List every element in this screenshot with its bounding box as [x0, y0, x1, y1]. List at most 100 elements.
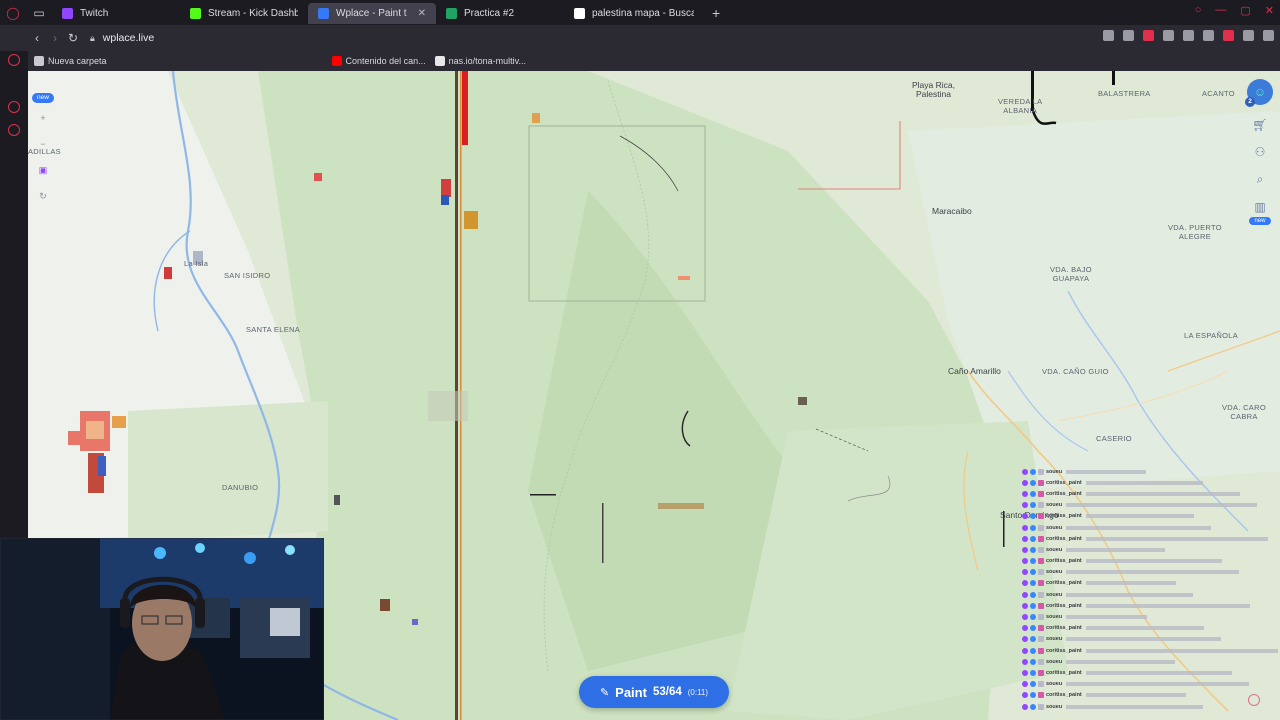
twitch-icon[interactable]: ▣	[32, 165, 54, 181]
chat-username: soueu	[1046, 468, 1063, 475]
badge-icon	[1030, 502, 1036, 509]
badge-icon	[1030, 703, 1036, 710]
platform-icon	[1022, 490, 1028, 497]
sub-badge-icon	[1038, 591, 1044, 598]
browser-nav-bar: ‹ › ↻ 🔒︎ wplace.live	[0, 25, 1280, 51]
sub-badge-icon	[1038, 569, 1044, 576]
maximize-icon[interactable]: ▢	[1240, 4, 1250, 17]
user-avatar[interactable]: ☺ 2	[1245, 79, 1273, 107]
pin-icon[interactable]	[1103, 30, 1114, 41]
chat-message: soueu	[1022, 611, 1280, 622]
sub-badge-icon	[1038, 580, 1044, 587]
map-place-label: Caño Amarillo	[948, 366, 1001, 376]
chat-message: coritiss_paint	[1022, 667, 1280, 678]
chat-username: coritiss_paint	[1046, 692, 1082, 699]
chat-text-blur	[1085, 480, 1203, 485]
tab-3[interactable]: Practica #2	[436, 3, 564, 24]
platform-icon	[1022, 580, 1028, 587]
leaderboard-icon[interactable]: ▥	[1254, 200, 1265, 214]
platform-icon	[1022, 524, 1028, 531]
tab-0[interactable]: Twitch	[52, 3, 180, 24]
menu-icon[interactable]	[1263, 30, 1274, 41]
user-level-badge: 2	[1245, 97, 1255, 107]
bookmark-contenido[interactable]: Contenido del can...	[331, 56, 426, 66]
map-place-label: VDA. CARO CABRA	[1222, 403, 1266, 421]
tab-close-icon[interactable]: ✕	[418, 8, 426, 19]
tab-favicon-icon	[574, 8, 585, 19]
platform-icon	[1022, 636, 1028, 643]
translate-icon[interactable]	[1163, 30, 1174, 41]
close-window-icon[interactable]: ✕	[1265, 4, 1274, 17]
chat-overlay: soueu coritiss_paint coritiss_paint soueu co…	[1022, 466, 1280, 720]
chat-text-blur	[1085, 559, 1222, 564]
chat-username: soueu	[1046, 636, 1063, 643]
sub-badge-icon	[1038, 703, 1044, 710]
chat-message: soueu	[1022, 634, 1280, 645]
badge-icon	[1030, 692, 1036, 699]
download-icon[interactable]	[1243, 30, 1254, 41]
paint-timer: (0:11)	[687, 687, 709, 697]
platform-icon	[1022, 513, 1028, 520]
sub-badge-icon	[1038, 602, 1044, 609]
address-bar[interactable]: 🔒︎ wplace.live	[90, 28, 1090, 48]
chat-text-blur	[1085, 670, 1232, 675]
sub-badge-icon	[1038, 669, 1044, 676]
chat-text-blur	[1066, 637, 1222, 642]
youtube-icon	[331, 56, 342, 66]
wallet-icon[interactable]	[1223, 30, 1234, 41]
badge-icon	[1030, 681, 1036, 688]
sidebar-home-icon[interactable]	[8, 54, 20, 66]
screenshot-icon[interactable]	[1123, 30, 1134, 41]
badge-icon	[1030, 636, 1036, 643]
paint-button[interactable]: ✎ Paint 53/64 (0:11)	[579, 676, 729, 708]
heart-icon[interactable]	[1203, 30, 1214, 41]
store-icon[interactable]: 🛒︎	[1252, 118, 1267, 132]
chat-username: coritiss_paint	[1046, 479, 1082, 486]
map-place-label: VDA. BAJO GUAPAYA	[1050, 265, 1092, 283]
chat-username: soueu	[1046, 681, 1063, 688]
tab-label: Practica #2	[464, 8, 515, 19]
badge-icon	[1030, 669, 1036, 676]
map-right-toolbar: ☺ 2 🛒︎ ⚇ ⌕ ▥ new	[1245, 79, 1274, 225]
sidebar-history-icon[interactable]	[8, 101, 20, 113]
tab-favicon-icon	[190, 8, 201, 19]
platform-icon	[1022, 647, 1028, 654]
paint-label: Paint	[615, 684, 647, 700]
tab-2[interactable]: Wplace - Paint the world ✕	[308, 3, 436, 24]
chat-message: coritiss_paint	[1022, 556, 1280, 567]
shield-icon[interactable]	[1143, 30, 1154, 41]
bookmark-nas[interactable]: nas.io/tona-multiv...	[434, 56, 526, 66]
new-tab-icon[interactable]: +	[704, 5, 728, 21]
people-icon[interactable]: ⚇	[1255, 145, 1266, 159]
map-place-label: ACANTO	[1202, 89, 1235, 98]
back-icon[interactable]: ‹	[28, 31, 46, 45]
tab-label: palestina mapa - Buscar c	[592, 8, 694, 19]
platform-icon	[1022, 703, 1028, 710]
reload-icon[interactable]: ↻	[64, 31, 82, 45]
sidebar-settings-icon[interactable]	[8, 124, 20, 136]
folder-icon	[34, 56, 44, 66]
chat-text-blur	[1085, 626, 1204, 631]
badge-icon	[1030, 580, 1036, 587]
tab-1[interactable]: Stream - Kick Dashboard	[180, 3, 308, 24]
forward-icon[interactable]: ›	[46, 31, 64, 45]
tab-overview-icon[interactable]: ▭	[26, 0, 52, 25]
browser-menu-icon[interactable]: ◯	[0, 0, 26, 25]
chat-username: soueu	[1046, 614, 1063, 621]
sub-badge-icon	[1038, 558, 1044, 565]
toolbar-extensions	[1103, 30, 1274, 41]
zoom-in-icon[interactable]: +	[32, 113, 54, 129]
chat-text-blur	[1085, 514, 1194, 519]
search-map-icon[interactable]: ⌕	[1257, 172, 1264, 187]
tab-4[interactable]: palestina mapa - Buscar c	[564, 3, 704, 24]
bookmark-folder[interactable]: Nueva carpeta	[34, 56, 107, 66]
sub-badge-icon	[1038, 513, 1044, 520]
refresh-icon[interactable]: ↻	[32, 191, 54, 207]
play-icon[interactable]	[1183, 30, 1194, 41]
sub-badge-icon	[1038, 636, 1044, 643]
minimize-icon[interactable]: —	[1215, 4, 1226, 17]
sub-badge-icon	[1038, 524, 1044, 531]
map-place-label: LA ESPAÑOLA	[1184, 331, 1239, 340]
search-tabs-icon[interactable]: ○	[1195, 4, 1202, 17]
zoom-out-icon[interactable]: −	[32, 139, 54, 155]
